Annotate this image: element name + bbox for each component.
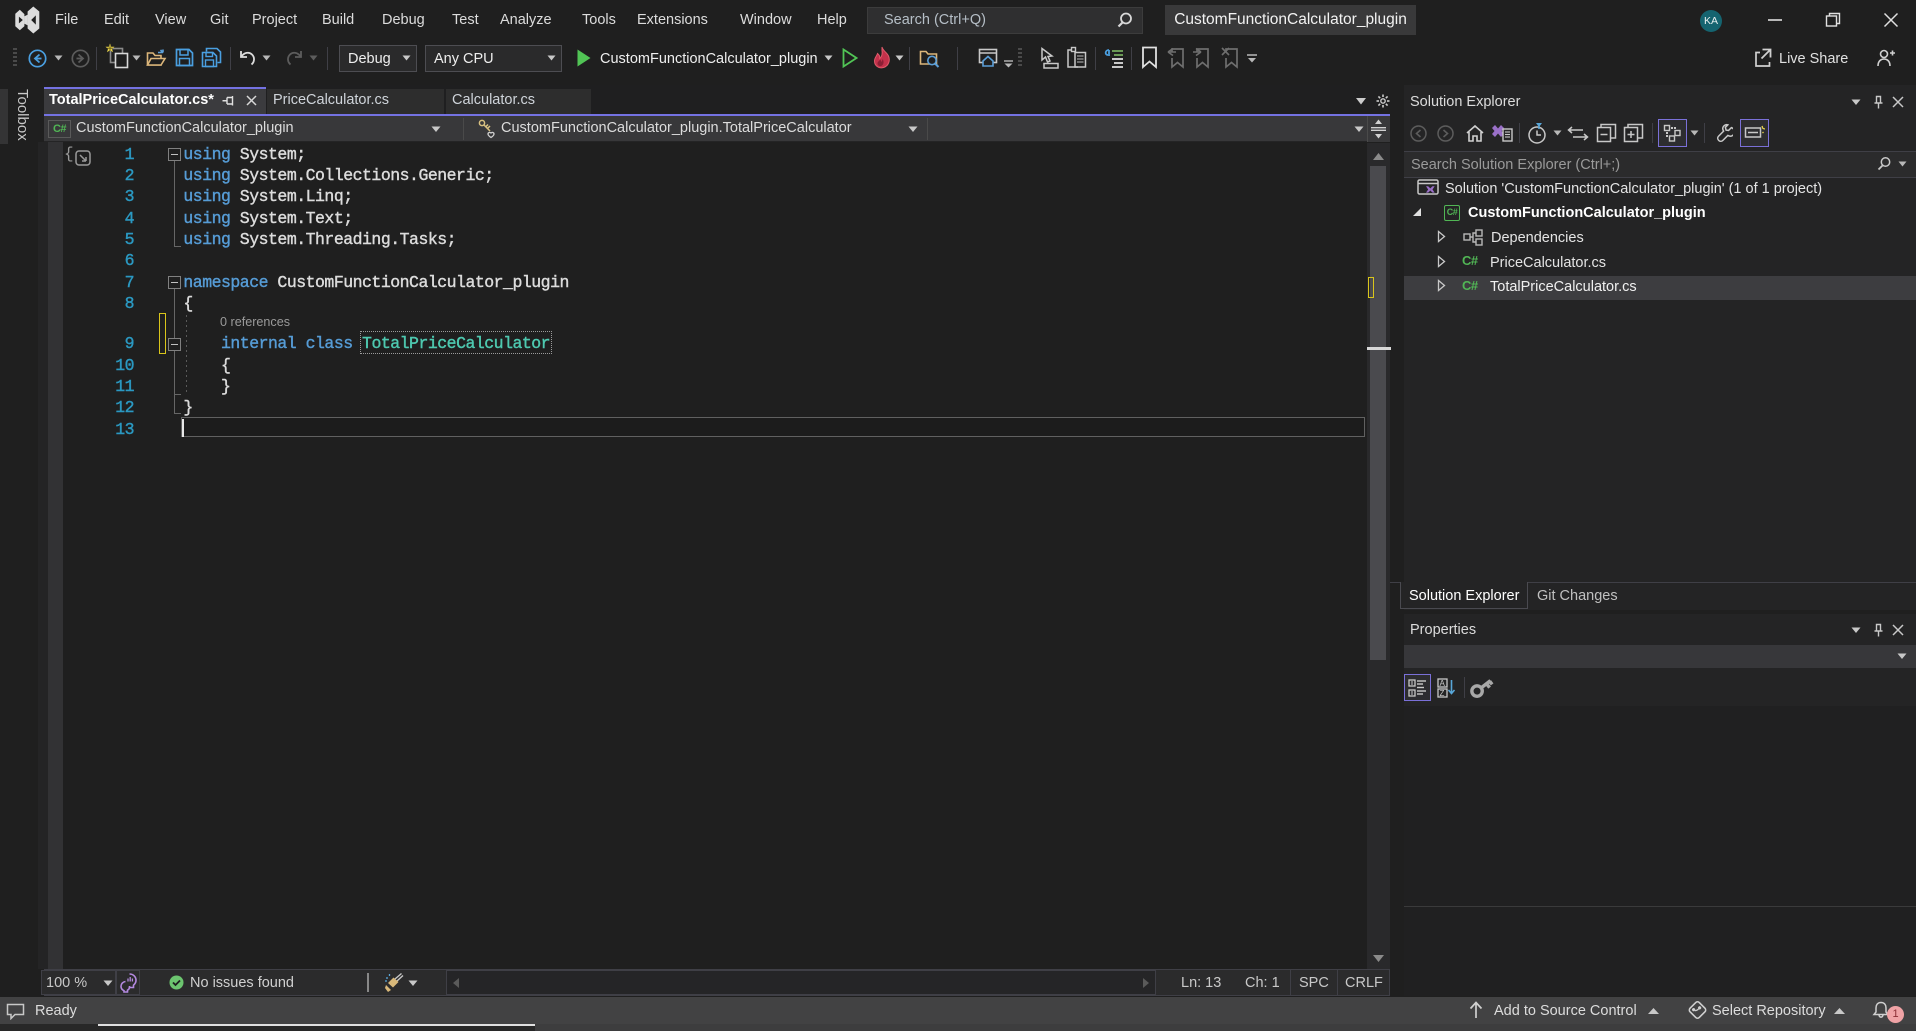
- svg-text:Z: Z: [1440, 689, 1445, 698]
- svg-text:A: A: [1440, 679, 1446, 688]
